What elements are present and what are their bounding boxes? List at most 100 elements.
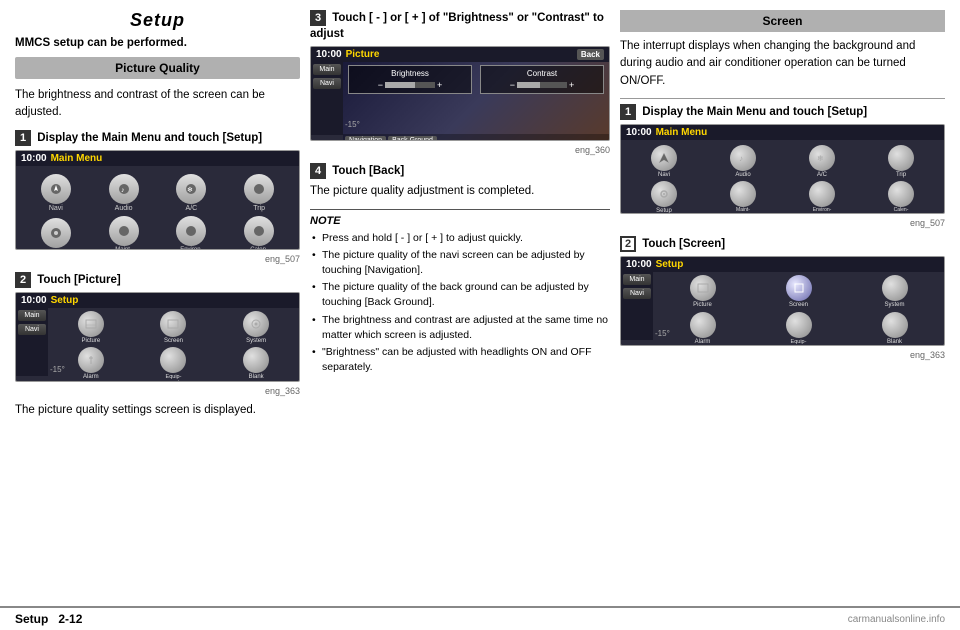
r-ac-item[interactable]: ❄ A/C bbox=[784, 145, 860, 179]
bright-sidebar-main[interactable]: Main bbox=[313, 64, 341, 75]
r-environ-item[interactable]: Environ-ment bbox=[784, 181, 860, 213]
r-setup-item[interactable]: Setup bbox=[626, 181, 702, 213]
brightness-slider[interactable]: − + bbox=[352, 80, 468, 90]
nav-item-audio[interactable]: ♪ Audio bbox=[92, 174, 156, 212]
alarm-icon[interactable] bbox=[78, 347, 104, 373]
contrast-slider[interactable]: − + bbox=[484, 80, 600, 90]
nav-item-navi[interactable]: Navi bbox=[24, 174, 88, 212]
step1-heading: 1 Display the Main Menu and touch [Setup… bbox=[15, 130, 300, 146]
back-button[interactable]: Back bbox=[577, 49, 604, 60]
right-sidebar-navi[interactable]: Navi bbox=[623, 288, 651, 299]
nav-item-environ[interactable]: Environ-ment bbox=[160, 216, 224, 250]
r-environ-icon[interactable] bbox=[809, 181, 835, 207]
r-audio-icon[interactable]: ♪ bbox=[730, 145, 756, 171]
nav-item-calen[interactable]: Calen-dar bbox=[227, 216, 291, 250]
alarm-label: Alarm bbox=[83, 374, 99, 381]
brightness-plus[interactable]: + bbox=[437, 80, 442, 90]
system-icon-item[interactable]: System bbox=[216, 311, 296, 345]
footer-prefix: Setup bbox=[15, 612, 48, 626]
screen-icon[interactable] bbox=[160, 311, 186, 337]
step3-block: 3 Touch [ - ] or [ + ] of "Brightness" o… bbox=[310, 10, 610, 155]
right-step2-block: 2 Touch [Screen] 10:00 Setup Main Navi bbox=[620, 236, 945, 360]
note-item-5: "Brightness" can be adjusted with headli… bbox=[310, 345, 610, 375]
brightness-screen: 10:00 Picture Back Main Navi Brightne bbox=[310, 46, 610, 141]
picture-quality-header: Picture Quality bbox=[15, 57, 300, 79]
r-trip-item[interactable]: Trip bbox=[863, 145, 939, 179]
calen-btn[interactable] bbox=[244, 216, 274, 246]
r-equip-icon[interactable] bbox=[786, 312, 812, 338]
blank-icon[interactable] bbox=[243, 347, 269, 373]
step2-heading: 2 Touch [Picture] bbox=[15, 272, 300, 288]
brightness-topbar: 10:00 Picture Back bbox=[311, 47, 609, 62]
step3-heading: 3 Touch [ - ] or [ + ] of "Brightness" o… bbox=[310, 10, 610, 42]
r-screen-icon-item[interactable]: Screen bbox=[752, 275, 845, 309]
nav-item-trip[interactable]: Trip bbox=[227, 174, 291, 212]
left-column: Setup MMCS setup can be performed. Pictu… bbox=[15, 10, 300, 601]
r-calen-icon[interactable] bbox=[888, 181, 914, 207]
r-picture-icon-item[interactable]: Picture bbox=[656, 275, 749, 309]
right-sidebar-main[interactable]: Main bbox=[623, 274, 651, 285]
r-system-icon[interactable] bbox=[882, 275, 908, 301]
step2-caption: eng_363 bbox=[15, 386, 300, 396]
r-screen-icon[interactable] bbox=[786, 275, 812, 301]
picture-icon-item[interactable]: Picture bbox=[51, 311, 131, 345]
r-picture-icon[interactable] bbox=[690, 275, 716, 301]
screen-icon-item[interactable]: Screen bbox=[134, 311, 214, 345]
contrast-plus[interactable]: + bbox=[569, 80, 574, 90]
r-maint-item[interactable]: Maint-nance bbox=[705, 181, 781, 213]
r-setup-icon[interactable] bbox=[651, 181, 677, 207]
navi-btn[interactable] bbox=[41, 174, 71, 204]
r-setup-label: Setup bbox=[656, 208, 672, 213]
blank-icon-item[interactable]: Blank bbox=[216, 347, 296, 381]
step2-block: 2 Touch [Picture] 10:00 Setup Main Navi bbox=[15, 272, 300, 419]
equip-icon-item[interactable]: Equip-ment bbox=[134, 347, 214, 381]
audio-btn[interactable]: ♪ bbox=[109, 174, 139, 204]
bright-sidebar-navi[interactable]: Navi bbox=[313, 78, 341, 89]
r-blank-label: Blank bbox=[887, 339, 902, 346]
r-navi-icon[interactable] bbox=[651, 145, 677, 171]
step4-heading: 4 Touch [Back] bbox=[310, 163, 610, 179]
note-item-1: Press and hold [ - ] or [ + ] to adjust … bbox=[310, 231, 610, 246]
maint-btn[interactable] bbox=[109, 216, 139, 246]
note-item-4: The brightness and contrast are adjusted… bbox=[310, 313, 610, 343]
r-equip-icon-item[interactable]: Equip-ment bbox=[752, 312, 845, 346]
navigation-btn[interactable]: Navigation bbox=[345, 136, 386, 141]
r-trip-icon[interactable] bbox=[888, 145, 914, 171]
sidebar-navi[interactable]: Navi bbox=[18, 324, 46, 335]
sidebar-main[interactable]: Main bbox=[18, 310, 46, 321]
picture-icon[interactable] bbox=[78, 311, 104, 337]
calen-label: Calen-dar bbox=[250, 247, 268, 250]
contrast-minus[interactable]: − bbox=[510, 80, 515, 90]
back-ground-btn[interactable]: Back Ground bbox=[388, 136, 437, 141]
screen-label: Main Menu bbox=[51, 153, 103, 164]
r-navi-item[interactable]: Navi bbox=[626, 145, 702, 179]
environ-btn[interactable] bbox=[176, 216, 206, 246]
r-system-label: System bbox=[884, 302, 904, 309]
system-icon[interactable] bbox=[243, 311, 269, 337]
ac-btn[interactable]: ❄ bbox=[176, 174, 206, 204]
right-temp-display: -15° bbox=[655, 329, 670, 338]
equip-icon[interactable] bbox=[160, 347, 186, 373]
blank-label: Blank bbox=[249, 374, 264, 381]
r-alarm-icon-item[interactable]: Alarm bbox=[656, 312, 749, 346]
r-blank-icon[interactable] bbox=[882, 312, 908, 338]
brightness-minus[interactable]: − bbox=[378, 80, 383, 90]
r-audio-item[interactable]: ♪ Audio bbox=[705, 145, 781, 179]
r-maint-icon[interactable] bbox=[730, 181, 756, 207]
r-ac-icon[interactable]: ❄ bbox=[809, 145, 835, 171]
r-blank-icon-item[interactable]: Blank bbox=[848, 312, 941, 346]
ac-label: A/C bbox=[186, 205, 198, 212]
trip-btn[interactable] bbox=[244, 174, 274, 204]
r-alarm-icon[interactable] bbox=[690, 312, 716, 338]
contrast-control: Contrast − + bbox=[480, 65, 604, 94]
note-list: Press and hold [ - ] or [ + ] to adjust … bbox=[310, 231, 610, 376]
step1-caption: eng_507 bbox=[15, 254, 300, 264]
picture-label: Picture bbox=[81, 338, 100, 345]
brightness-track bbox=[385, 82, 435, 88]
nav-item-maint[interactable]: Maint-nance bbox=[92, 216, 156, 250]
nav-item-ac[interactable]: ❄ A/C bbox=[160, 174, 224, 212]
nav-item-setup[interactable]: Setup bbox=[24, 216, 88, 250]
r-calen-item[interactable]: Calen-dar bbox=[863, 181, 939, 213]
r-system-icon-item[interactable]: System bbox=[848, 275, 941, 309]
setup-btn[interactable] bbox=[41, 218, 71, 248]
